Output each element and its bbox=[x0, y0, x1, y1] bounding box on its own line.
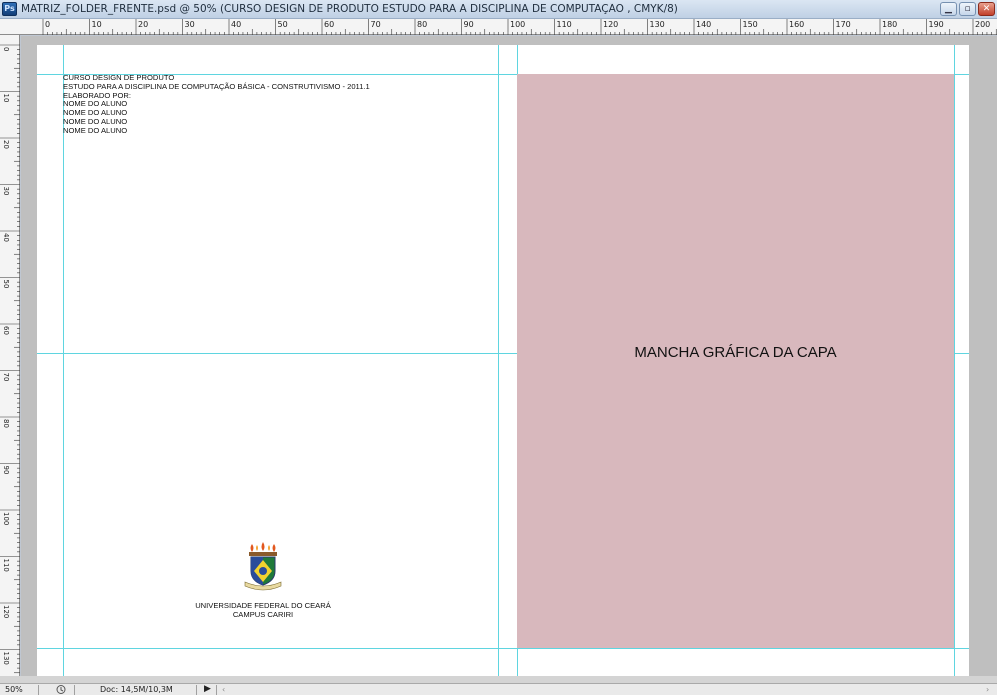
info-line-student: NOME DO ALUNO bbox=[63, 125, 128, 135]
ruler-label: 40 bbox=[2, 233, 10, 242]
vertical-ruler[interactable]: 0 10 20 30 40 50 60 70 80 90 100 110 120 130 bbox=[0, 35, 20, 676]
ruler-label: 110 bbox=[557, 20, 572, 29]
document-size: Doc: 14,5M/10,3M bbox=[100, 685, 173, 694]
minimize-icon: ▁ bbox=[945, 3, 952, 14]
horizontal-ruler[interactable]: 0 10 20 30 40 50 60 70 80 90 100 110 120 130 140 150 160… bbox=[0, 19, 997, 35]
maximize-icon: ▫ bbox=[964, 3, 971, 14]
status-divider bbox=[216, 685, 217, 695]
status-divider bbox=[38, 685, 39, 695]
ruler-label: 120 bbox=[603, 20, 618, 29]
ruler-label: 170 bbox=[836, 20, 851, 29]
ruler-label: 80 bbox=[2, 419, 10, 428]
ruler-label: 90 bbox=[464, 20, 474, 29]
ruler-label: 100 bbox=[510, 20, 525, 29]
ruler-label: 140 bbox=[696, 20, 711, 29]
ruler-label: 60 bbox=[324, 20, 334, 29]
ruler-label: 100 bbox=[2, 512, 10, 525]
guide-vertical[interactable] bbox=[63, 45, 64, 676]
ruler-label: 130 bbox=[650, 20, 665, 29]
scroll-right-icon[interactable]: › bbox=[986, 685, 989, 695]
window-controls: ▁ ▫ ✕ bbox=[940, 2, 995, 16]
university-caption: UNIVERSIDADE FEDERAL DO CEARÁ CAMPUS CAR… bbox=[163, 601, 363, 619]
horizontal-ruler-ticks: 0 10 20 30 40 50 60 70 80 90 100 110 120 130 140 150 160… bbox=[42, 19, 997, 35]
title-bar: Ps MATRIZ_FOLDER_FRENTE.psd @ 50% (CURSO… bbox=[0, 0, 997, 19]
minimize-button[interactable]: ▁ bbox=[940, 2, 957, 16]
status-bar: 50% Doc: 14,5M/10,3M ▶ ‹ › bbox=[0, 683, 997, 695]
status-menu-arrow-icon[interactable]: ▶ bbox=[204, 684, 211, 694]
close-button[interactable]: ✕ bbox=[978, 2, 995, 16]
cover-label: MANCHA GRÁFICA DA CAPA bbox=[634, 344, 837, 361]
ruler-label: 110 bbox=[2, 559, 10, 572]
ruler-label: 120 bbox=[2, 605, 10, 618]
vertical-ruler-ticks: 0 10 20 30 40 50 60 70 80 90 100 110 120 130 bbox=[0, 44, 20, 674]
ruler-label: 130 bbox=[2, 652, 10, 665]
cover-graphic-area[interactable]: MANCHA GRÁFICA DA CAPA bbox=[517, 74, 954, 648]
campus-name: CAMPUS CARIRI bbox=[232, 610, 294, 619]
ruler-label: 70 bbox=[2, 373, 10, 382]
photoshop-app-icon[interactable]: Ps bbox=[2, 2, 17, 16]
scroll-left-icon[interactable]: ‹ bbox=[222, 685, 225, 695]
ruler-label: 190 bbox=[929, 20, 944, 29]
zoom-level[interactable]: 50% bbox=[5, 685, 23, 695]
horizontal-scrollbar[interactable] bbox=[0, 676, 997, 683]
ruler-label: 30 bbox=[2, 187, 10, 196]
university-crest-logo bbox=[244, 542, 282, 591]
ruler-label: 10 bbox=[92, 20, 102, 29]
ruler-label: 180 bbox=[882, 20, 897, 29]
ruler-label: 50 bbox=[278, 20, 288, 29]
status-divider bbox=[196, 685, 197, 695]
maximize-button[interactable]: ▫ bbox=[959, 2, 976, 16]
document-canvas[interactable]: MANCHA GRÁFICA DA CAPA CURSO DESIGN DE P… bbox=[37, 45, 969, 676]
ruler-label: 90 bbox=[2, 466, 10, 475]
ruler-label: 200 bbox=[975, 20, 990, 29]
ruler-label: 60 bbox=[2, 326, 10, 335]
ruler-label: 0 bbox=[45, 20, 50, 29]
ruler-label: 50 bbox=[2, 280, 10, 289]
guide-vertical[interactable] bbox=[954, 45, 955, 676]
status-divider bbox=[74, 685, 75, 695]
status-info-icon[interactable] bbox=[55, 684, 67, 695]
ruler-label: 80 bbox=[417, 20, 427, 29]
ruler-label: 20 bbox=[2, 140, 10, 149]
ruler-label: 40 bbox=[231, 20, 241, 29]
ruler-label: 10 bbox=[2, 94, 10, 103]
document-workspace[interactable]: MANCHA GRÁFICA DA CAPA CURSO DESIGN DE P… bbox=[21, 36, 997, 676]
university-name: UNIVERSIDADE FEDERAL DO CEARÁ bbox=[195, 601, 331, 610]
guide-horizontal[interactable] bbox=[37, 648, 969, 649]
guide-vertical[interactable] bbox=[498, 45, 499, 676]
close-icon: ✕ bbox=[982, 3, 991, 14]
ruler-label: 150 bbox=[743, 20, 758, 29]
ruler-label: 70 bbox=[371, 20, 381, 29]
ruler-label: 20 bbox=[138, 20, 148, 29]
ruler-label: 30 bbox=[185, 20, 195, 29]
ruler-label: 0 bbox=[2, 47, 10, 51]
ruler-label: 160 bbox=[789, 20, 804, 29]
course-info-text: CURSO DESIGN DE PRODUTO ESTUDO PARA A DI… bbox=[63, 73, 370, 136]
window-title: MATRIZ_FOLDER_FRENTE.psd @ 50% (CURSO DE… bbox=[21, 3, 678, 15]
